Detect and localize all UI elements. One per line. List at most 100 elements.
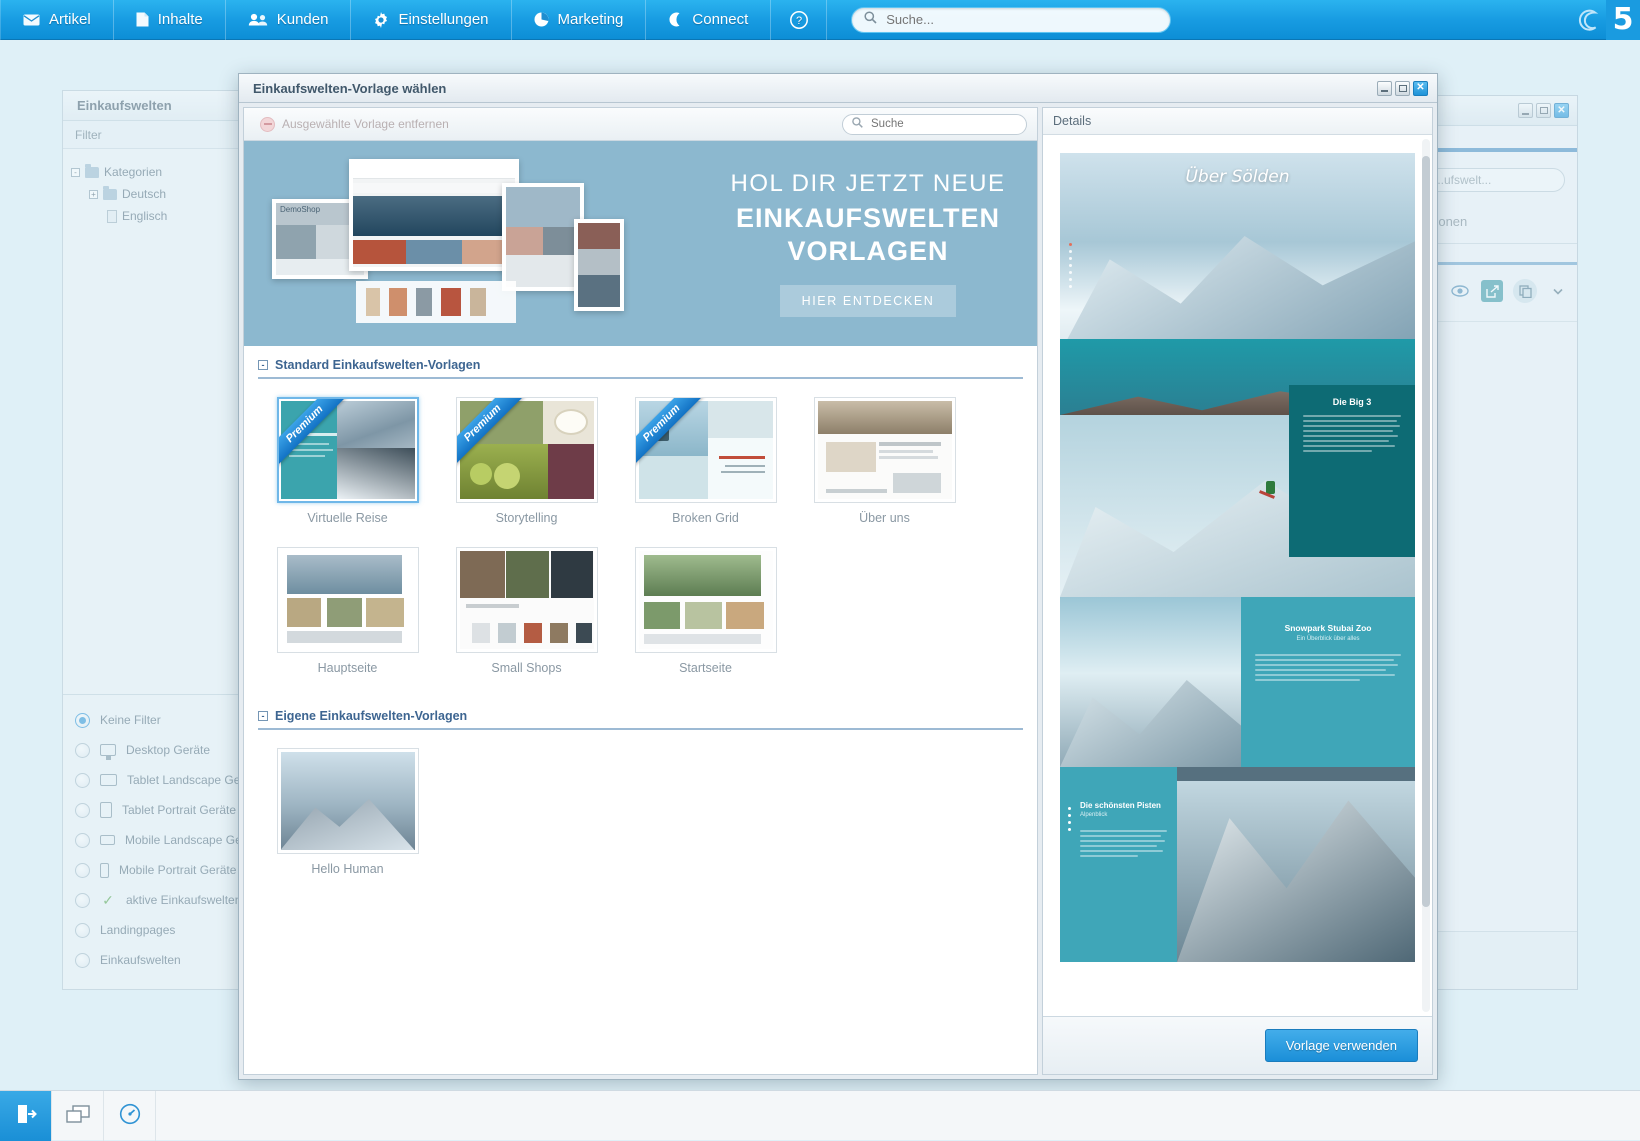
template-search-box[interactable] xyxy=(842,113,1027,135)
template-card-virtuelle-reise[interactable]: Premium Virtuelle Reise xyxy=(258,397,437,525)
tree-toggle-icon[interactable]: + xyxy=(89,189,98,199)
filter-einkaufswelten[interactable]: Einkaufswelten xyxy=(75,945,238,975)
template-label: Virtuelle Reise xyxy=(307,511,388,525)
close-button[interactable]: ✕ xyxy=(1413,80,1428,96)
nav-item-marketing[interactable]: Marketing xyxy=(512,0,647,40)
background-window-einkaufswelten: Einkaufswelten Filter - Kategorien + Deu… xyxy=(62,90,262,990)
filter-label: Tablet Portrait Geräte xyxy=(122,803,237,817)
radio-icon[interactable] xyxy=(75,742,90,758)
taskbar-windows-button[interactable] xyxy=(52,1091,104,1141)
eye-preview-icon[interactable] xyxy=(1449,280,1471,302)
moon-icon xyxy=(668,12,683,27)
filter-label: Mobile Portrait Geräte xyxy=(119,863,237,877)
preview-card-die-big-3: Die Big 3 xyxy=(1289,385,1415,557)
nav-right-group: 5 xyxy=(1570,0,1640,40)
filter-tablet-portrait[interactable]: Tablet Portrait Geräte xyxy=(75,795,238,825)
maximize-button[interactable] xyxy=(1536,103,1551,118)
tree-node-kategorien[interactable]: - Kategorien xyxy=(71,161,238,183)
minimize-button[interactable] xyxy=(1377,80,1392,96)
template-card-ueber-uns[interactable]: Über uns xyxy=(795,397,974,525)
tree-toggle-icon[interactable]: - xyxy=(71,167,80,177)
template-thumbnail[interactable] xyxy=(813,397,956,503)
banner-cta-button[interactable]: HIER ENTDECKEN xyxy=(779,285,957,317)
maximize-button[interactable] xyxy=(1395,80,1410,96)
radio-icon[interactable] xyxy=(75,712,90,728)
preview-card-title: Die schönsten Pisten xyxy=(1080,801,1161,810)
nav-item-artikel[interactable]: Artikel xyxy=(0,0,114,40)
nav-item-kunden[interactable]: Kunden xyxy=(226,0,352,40)
export-icon[interactable] xyxy=(1481,280,1503,302)
template-thumbnail[interactable]: Premium xyxy=(276,397,419,503)
template-card-startseite[interactable]: Startseite xyxy=(616,547,795,675)
filter-keine-filter[interactable]: Keine Filter xyxy=(75,705,238,735)
chevron-down-icon[interactable] xyxy=(1547,280,1569,302)
remove-selected-template-button[interactable]: Ausgewählte Vorlage entfernen xyxy=(254,114,455,135)
close-button[interactable]: ✕ xyxy=(1554,103,1569,118)
document-icon xyxy=(136,12,149,27)
top-navigation-bar: Artikel Inhalte Kunden Einstellungen Mar… xyxy=(0,0,1640,40)
help-button[interactable]: ? xyxy=(771,0,828,40)
tree-node-label: Deutsch xyxy=(122,187,167,201)
radio-icon[interactable] xyxy=(75,892,90,908)
nav-item-einstellungen[interactable]: Einstellungen xyxy=(351,0,512,40)
section-header-standard[interactable]: - Standard Einkaufswelten-Vorlagen xyxy=(258,358,1023,379)
radio-icon[interactable] xyxy=(75,832,90,848)
collapse-icon[interactable]: - xyxy=(258,360,268,370)
radio-icon[interactable] xyxy=(75,802,90,818)
global-search-box[interactable] xyxy=(851,6,1172,33)
filter-mobile-portrait[interactable]: Mobile Portrait Geräte xyxy=(75,855,238,885)
template-thumbnail[interactable] xyxy=(455,547,598,653)
nav-item-label: Connect xyxy=(692,11,749,28)
template-thumbnail[interactable] xyxy=(276,547,419,653)
radio-icon[interactable] xyxy=(75,922,90,938)
taskbar-performance-button[interactable] xyxy=(104,1091,156,1141)
promo-banner[interactable]: DemoShop HOL DIR JETZT NEUE EINKAUFSWELT… xyxy=(244,141,1037,346)
dialog-titlebar[interactable]: Einkaufswelten-Vorlage wählen ✕ xyxy=(239,74,1437,103)
banner-line-1: HOL DIR JETZT NEUE xyxy=(730,170,1006,197)
tree-node-englisch[interactable]: Englisch xyxy=(71,205,238,227)
template-thumbnail[interactable]: Premium xyxy=(634,397,777,503)
template-search-input[interactable] xyxy=(869,117,1017,131)
tree-node-deutsch[interactable]: + Deutsch xyxy=(71,183,238,205)
template-thumbnail[interactable] xyxy=(634,547,777,653)
thumbnail-image xyxy=(817,401,952,499)
nav-item-label: Marketing xyxy=(557,11,624,28)
filter-mobile-landscape[interactable]: Mobile Landscape Geräte xyxy=(75,825,262,855)
filter-tablet-landscape[interactable]: Tablet Landscape Geräte xyxy=(75,765,261,795)
template-card-broken-grid[interactable]: Premium Broken Grid xyxy=(616,397,795,525)
preview-card-subtitle: Alpenblick xyxy=(1080,812,1108,818)
template-card-storytelling[interactable]: Premium Storytelling xyxy=(437,397,616,525)
filter-aktive-einkaufswelten[interactable]: ✓ aktive Einkaufswelten xyxy=(75,885,241,915)
use-template-button[interactable]: Vorlage verwenden xyxy=(1264,1029,1418,1062)
filter-desktop[interactable]: Desktop Geräte xyxy=(75,735,238,765)
thumbnail-image xyxy=(459,551,594,649)
radio-icon[interactable] xyxy=(75,952,90,968)
template-thumbnail[interactable]: Premium xyxy=(455,397,598,503)
radio-icon[interactable] xyxy=(75,772,90,788)
section-header-eigene[interactable]: - Eigene Einkaufswelten-Vorlagen xyxy=(258,709,1023,730)
preview-hero: Über Sölden xyxy=(1060,153,1415,415)
template-thumbnail[interactable] xyxy=(276,748,419,854)
template-card-small-shops[interactable]: Small Shops xyxy=(437,547,616,675)
template-card-hauptseite[interactable]: Hauptseite xyxy=(258,547,437,675)
taskbar-logout-button[interactable] xyxy=(0,1091,52,1141)
nav-item-connect[interactable]: Connect xyxy=(646,0,772,40)
minimize-button[interactable] xyxy=(1518,103,1533,118)
filter-landingpages[interactable]: Landingpages xyxy=(75,915,238,945)
template-scroll-area[interactable]: DemoShop HOL DIR JETZT NEUE EINKAUFSWELT… xyxy=(244,141,1037,1074)
details-scrollbar[interactable] xyxy=(1422,139,1430,1012)
radio-icon[interactable] xyxy=(75,862,90,878)
preview-card-snowpark: Snowpark Stubai Zoo Ein Überblick über a… xyxy=(1241,597,1415,767)
global-search-input[interactable] xyxy=(884,11,1159,28)
nav-item-inhalte[interactable]: Inhalte xyxy=(114,0,226,40)
collapse-icon[interactable]: - xyxy=(258,711,268,721)
dialog-title: Einkaufswelten-Vorlage wählen xyxy=(253,80,447,96)
thumbnail-image xyxy=(280,551,415,649)
details-header: Details xyxy=(1043,108,1432,135)
phone-mockup xyxy=(574,219,624,311)
remove-button-label: Ausgewählte Vorlage entfernen xyxy=(282,117,449,131)
background-search-field[interactable]: ...ufswelt... xyxy=(1423,168,1565,192)
preview-card-text xyxy=(1255,654,1401,681)
template-card-hello-human[interactable]: Hello Human xyxy=(258,748,437,876)
duplicate-icon[interactable] xyxy=(1513,279,1537,303)
